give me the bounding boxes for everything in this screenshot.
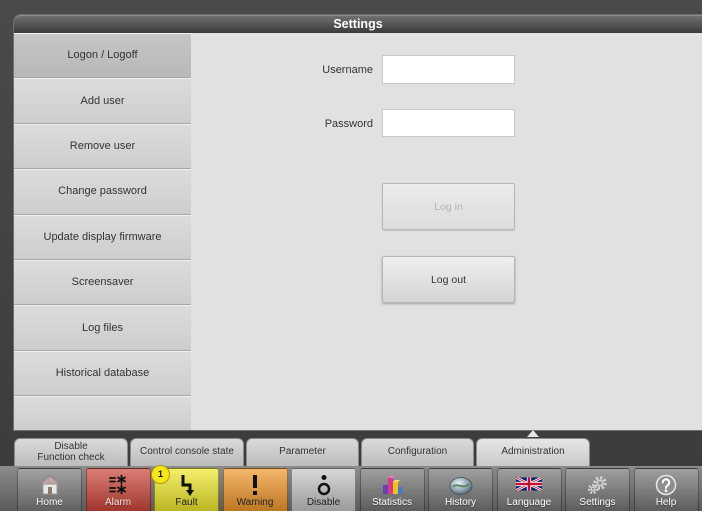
warning-button[interactable]: Warning	[222, 468, 288, 511]
settings-button[interactable]: Settings	[565, 468, 630, 511]
sidebar-item-add-user[interactable]: Add user	[14, 78, 191, 124]
sidebar-item-screensaver[interactable]: Screensaver	[14, 259, 191, 306]
statistics-label: Statistics	[371, 497, 412, 508]
bottom-toolbar: Home Alarm Fault Warning Disable Statist…	[0, 466, 702, 511]
tab-label-line-1: Disable	[54, 441, 88, 452]
tab-label: Control console state	[140, 446, 234, 458]
alarm-label: Alarm	[104, 497, 132, 508]
tab-administration[interactable]: Administration	[476, 438, 590, 466]
log-in-label: Log in	[434, 200, 463, 213]
language-label: Language	[506, 497, 552, 508]
language-button[interactable]: Language	[496, 468, 562, 511]
settings-gears-icon	[587, 476, 607, 495]
disable-icon	[317, 475, 330, 496]
sidebar-item-label: Screensaver	[71, 276, 134, 289]
sidebar-item-historical-database[interactable]: Historical database	[14, 350, 191, 397]
tab-label-line-2: Function check	[37, 451, 105, 463]
fault-count-badge: 1	[151, 465, 170, 484]
statistics-icon	[383, 476, 402, 494]
tab-disable-function-check[interactable]: Disable Function check	[14, 438, 128, 466]
sidebar-item-label: Historical database	[55, 366, 150, 379]
sidebar-item-update-display-firmware[interactable]: Update display firmware	[14, 214, 191, 260]
sidebar-item-empty	[14, 396, 191, 430]
statistics-button[interactable]: Statistics	[359, 468, 425, 511]
sidebar-item-label: Add user	[80, 94, 125, 107]
tab-parameter[interactable]: Parameter	[246, 438, 359, 466]
sidebar-item-label: Change password	[58, 185, 147, 198]
sidebar-item-log-files[interactable]: Log files	[14, 305, 191, 351]
alarm-icon	[109, 474, 126, 495]
password-field[interactable]	[382, 109, 515, 137]
help-button[interactable]: Help	[633, 468, 699, 511]
tab-control-console-state[interactable]: Control console state	[130, 438, 244, 466]
sidebar-item-label: Update display firmware	[43, 230, 162, 243]
history-icon	[449, 477, 472, 495]
sidebar-item-change-password[interactable]: Change password	[14, 169, 191, 215]
disable-label: Disable	[306, 497, 341, 508]
tab-label: Parameter	[279, 446, 326, 458]
selected-tab-pointer	[527, 430, 539, 437]
sidebar-item-logon-logoff[interactable]: Logon / Logoff	[14, 33, 191, 79]
alarm-button[interactable]: Alarm	[85, 468, 151, 511]
help-label: Help	[655, 497, 677, 508]
sidebar-item-label: Logon / Logoff	[67, 49, 138, 62]
home-icon	[38, 475, 61, 495]
tab-label: Administration	[501, 446, 565, 458]
fault-label: Fault	[175, 497, 198, 508]
warning-label: Warning	[236, 497, 274, 508]
log-out-button[interactable]: Log out	[382, 256, 515, 303]
history-button[interactable]: History	[428, 468, 493, 511]
home-button[interactable]: Home	[17, 468, 82, 511]
password-label: Password	[324, 118, 373, 130]
page-title: Settings	[14, 15, 702, 33]
settings-label: Settings	[579, 497, 616, 508]
help-icon	[655, 474, 677, 496]
sidebar-item-remove-user[interactable]: Remove user	[14, 123, 191, 170]
home-label: Home	[36, 497, 63, 508]
tab-configuration[interactable]: Configuration	[361, 438, 474, 466]
history-label: History	[444, 497, 477, 508]
disable-button[interactable]: Disable	[291, 468, 356, 511]
sidebar-item-label: Log files	[82, 321, 123, 334]
uk-flag-icon	[516, 477, 542, 491]
tab-label: Configuration	[387, 446, 448, 458]
sidebar-item-label: Remove user	[69, 139, 136, 152]
settings-sidebar: Logon / Logoff Add user Remove user Chan…	[14, 33, 191, 430]
log-out-label: Log out	[430, 273, 467, 286]
logon-panel: Username Password Log in Log out	[191, 33, 702, 430]
log-in-button[interactable]: Log in	[382, 183, 515, 230]
username-field[interactable]	[382, 55, 515, 84]
fault-icon	[181, 475, 194, 496]
warning-icon	[253, 475, 257, 495]
username-label: Username	[322, 64, 373, 76]
